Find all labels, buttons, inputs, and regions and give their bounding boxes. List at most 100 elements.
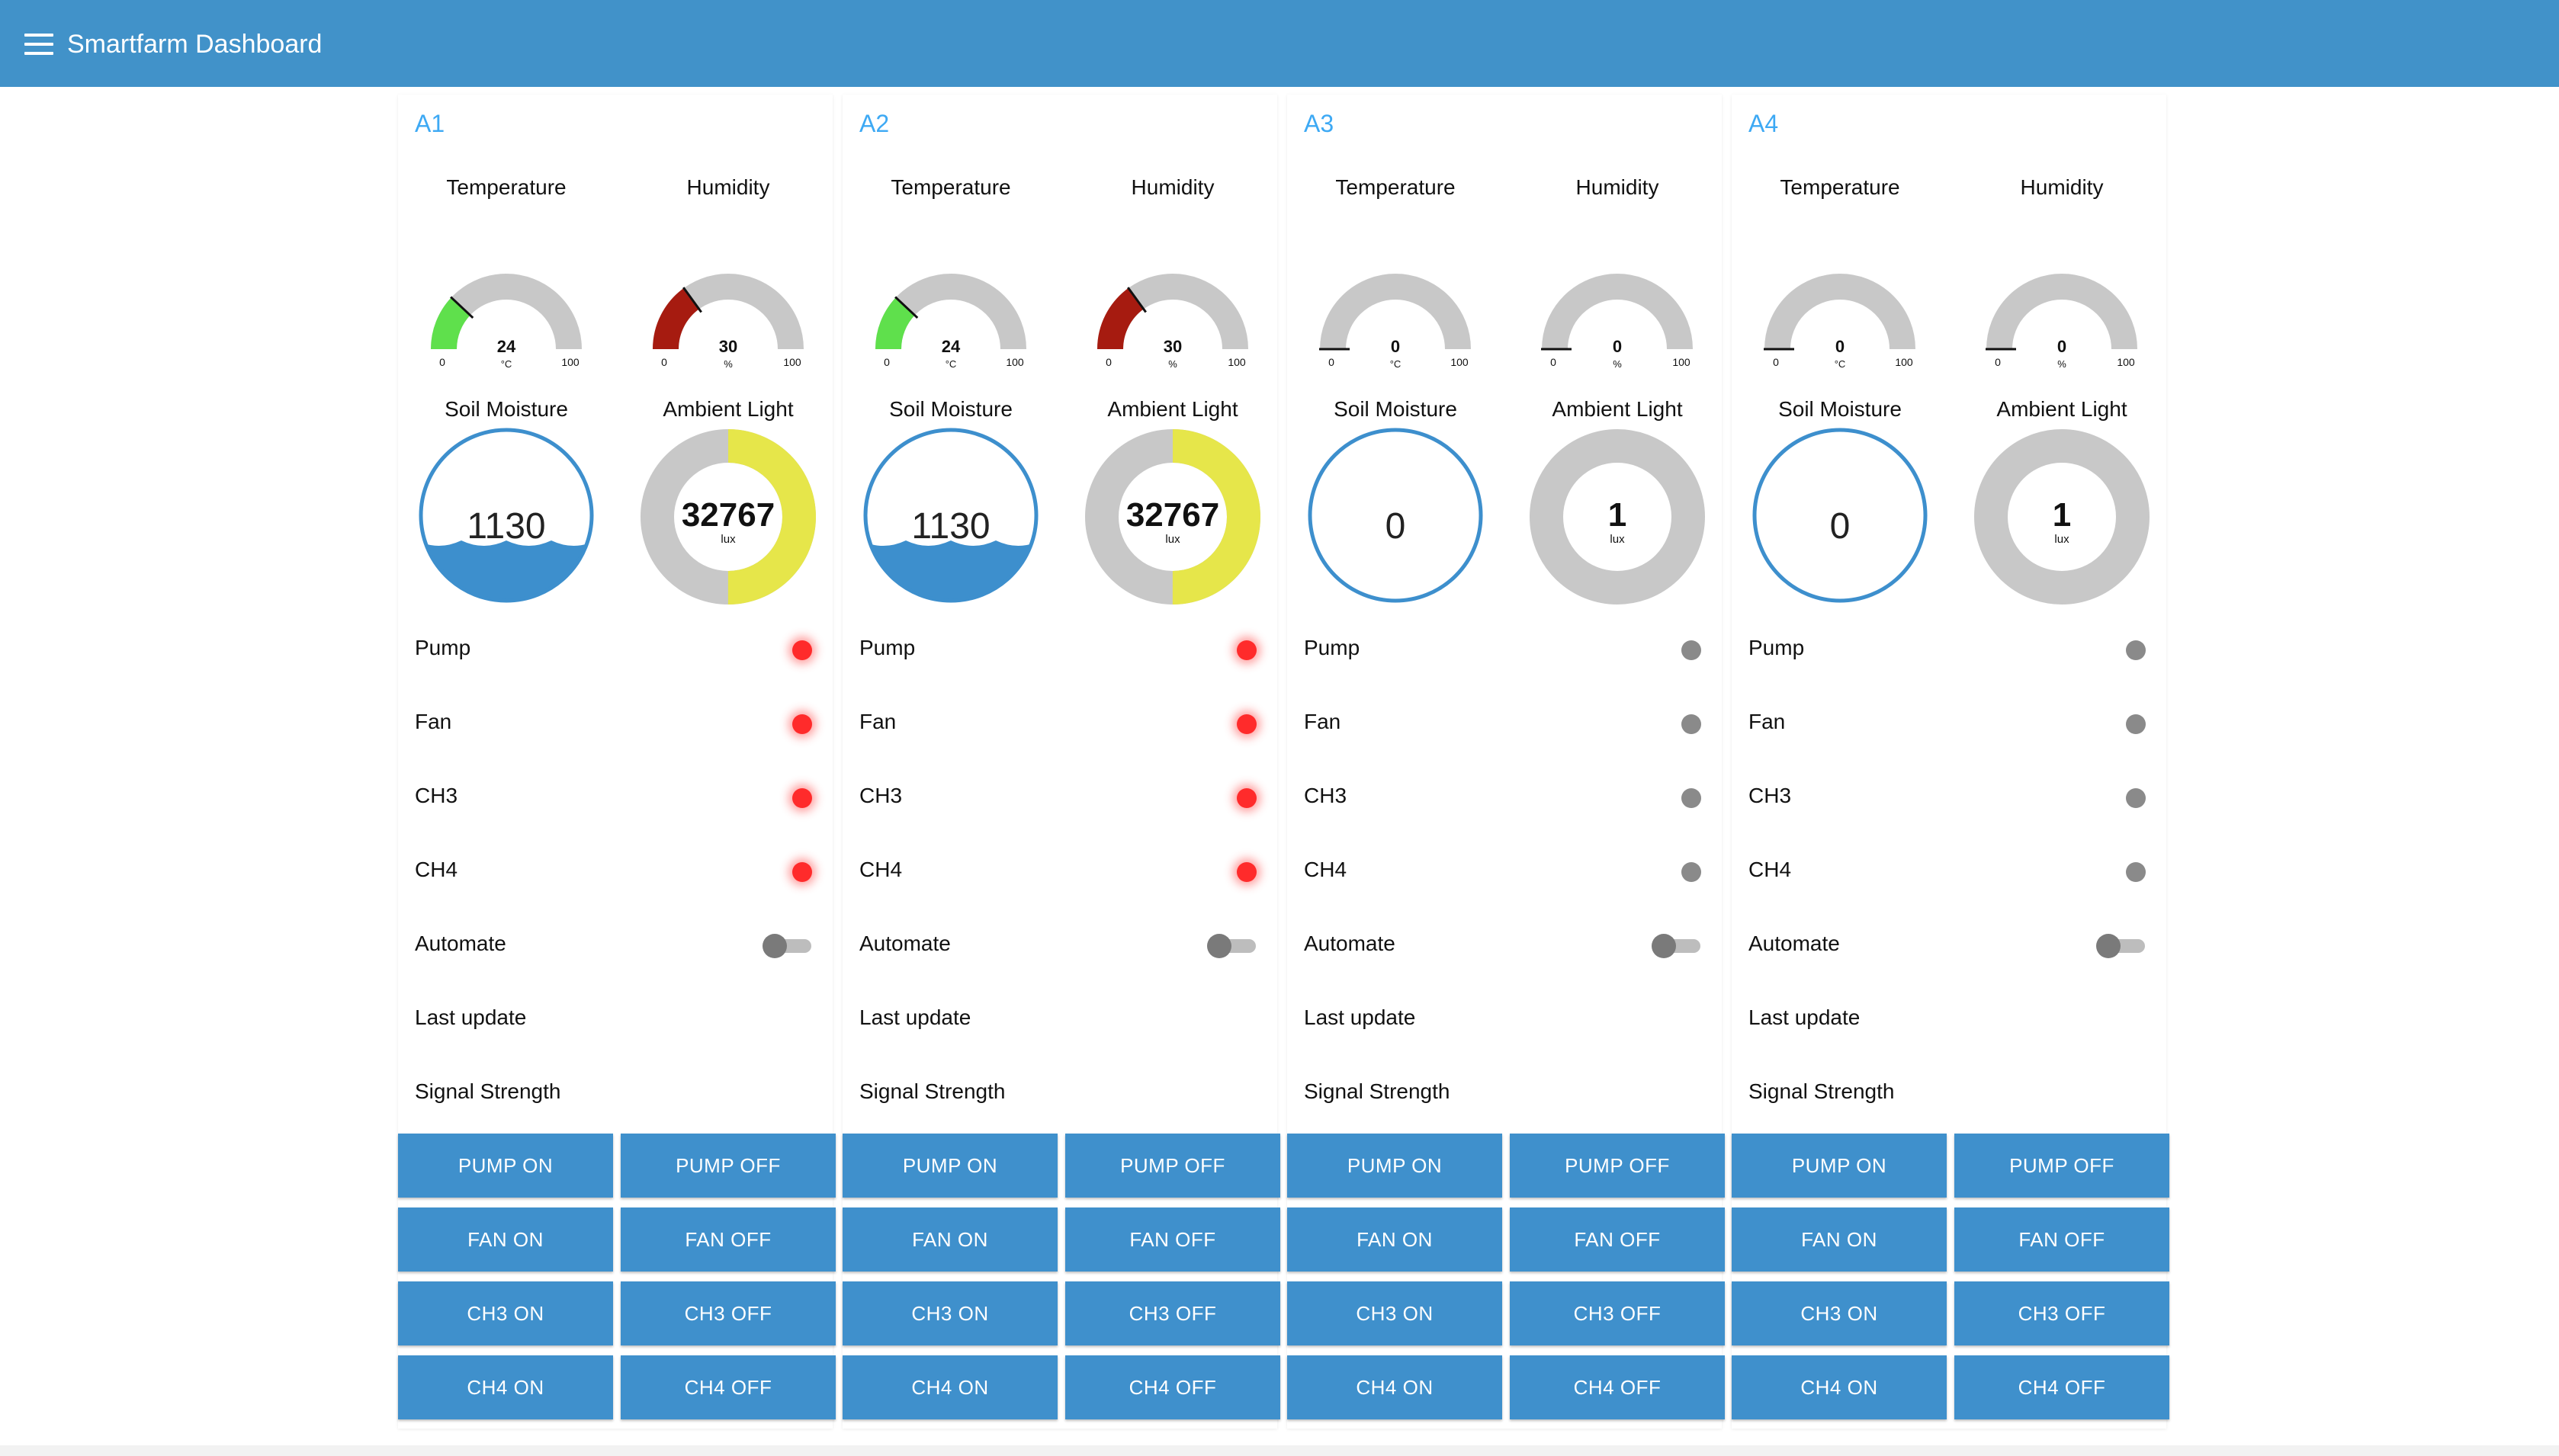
pump-on-button[interactable]: PUMP ON [398,1134,613,1198]
panel-a4: A4 Temperature Humidity 0 °C 0 100 0% 0 100 Soil M… [1732,95,2169,1429]
automate-toggle[interactable] [763,934,811,958]
ambient-light-unit: lux [2054,533,2069,546]
humidity-unit: % [1613,358,1622,370]
fan-on-button[interactable]: FAN ON [843,1207,1058,1272]
temperature-value: 24 [942,337,961,356]
ch3-on-button[interactable]: CH3 ON [1287,1281,1502,1345]
gauge-min-label: 0 [661,356,667,368]
pump-on-button[interactable]: PUMP ON [1732,1134,1947,1198]
ch4-on-button[interactable]: CH4 ON [1287,1355,1502,1419]
ch3-label: CH3 [1304,784,1347,807]
ch3-label: CH3 [415,784,458,807]
ch3-led [1237,788,1257,808]
ambient-light-value: 32767 [682,496,775,534]
ch3-off-button[interactable]: CH3 OFF [621,1281,836,1345]
temperature-gauge: 24 °C 0 100 [875,274,1026,370]
temperature-unit: °C [501,358,512,370]
humidity-value: 30 [719,337,737,356]
temperature-label: Temperature [891,175,1011,199]
humidity-gauge: 0% 0 100 [1986,274,2137,370]
gauge-min-label: 0 [884,356,890,368]
ambient-light-value: 32767 [1126,496,1219,534]
ch3-on-button[interactable]: CH3 ON [398,1281,613,1345]
toggle-knob [1652,934,1676,958]
gauge-min-label: 0 [1773,356,1779,368]
temperature-label: Temperature [446,175,567,199]
humidity-unit: % [1168,358,1177,370]
temperature-unit: °C [1835,358,1846,370]
temperature-gauge: 24 °C 0 100 [431,274,582,370]
ambient-light-value: 1 [2053,496,2071,534]
automate-label: Automate [1748,932,1840,955]
ch4-off-button[interactable]: CH4 OFF [1065,1355,1280,1419]
fan-off-button[interactable]: FAN OFF [1510,1207,1725,1272]
fan-on-button[interactable]: FAN ON [1732,1207,1947,1272]
ch4-off-button[interactable]: CH4 OFF [1510,1355,1725,1419]
ch3-off-button[interactable]: CH3 OFF [1065,1281,1280,1345]
ch3-on-button[interactable]: CH3 ON [843,1281,1058,1345]
fan-off-button[interactable]: FAN OFF [1065,1207,1280,1272]
gauge-fill [653,287,700,350]
ch4-on-button[interactable]: CH4 ON [398,1355,613,1419]
humidity-label: Humidity [686,175,770,199]
fan-off-button[interactable]: FAN OFF [1954,1207,2169,1272]
fan-label: Fan [1748,710,1786,733]
automate-toggle[interactable] [1207,934,1256,958]
signal-strength-label: Signal Strength [415,1079,561,1103]
temperature-value: 0 [1391,337,1400,356]
hamburger-menu-icon[interactable] [24,34,53,56]
gauge-max-label: 100 [783,356,801,368]
automate-label: Automate [415,932,506,955]
ch3-off-button[interactable]: CH3 OFF [1510,1281,1725,1345]
ch4-off-button[interactable]: CH4 OFF [621,1355,836,1419]
temperature-label: Temperature [1780,175,1900,199]
ch3-led [2126,788,2146,808]
gauge-max-label: 100 [1006,356,1024,368]
ch4-led [1237,862,1257,882]
gauge-min-label: 0 [1995,356,2001,368]
gauge-fill [1097,287,1145,350]
gauge-min-label: 0 [1106,356,1112,368]
panel-title: A4 [1748,110,1779,137]
pump-off-button[interactable]: PUMP OFF [1510,1134,1725,1198]
ambient-light-label: Ambient Light [663,397,794,421]
ch4-on-button[interactable]: CH4 ON [1732,1355,1947,1419]
humidity-value: 0 [2057,337,2066,356]
ambient-light-unit: lux [721,533,736,546]
automate-toggle[interactable] [1652,934,1700,958]
soil-moisture-gauge: 1130 [863,428,1039,603]
fan-on-button[interactable]: FAN ON [1287,1207,1502,1272]
gauge-fill [875,297,916,350]
soil-moisture-value: 1130 [911,506,990,547]
ch4-on-button[interactable]: CH4 ON [843,1355,1058,1419]
soil-moisture-value: 0 [1385,506,1406,547]
ambient-light-unit: lux [1165,533,1180,546]
pump-on-button[interactable]: PUMP ON [1287,1134,1502,1198]
fan-on-button[interactable]: FAN ON [398,1207,613,1272]
ch3-off-button[interactable]: CH3 OFF [1954,1281,2169,1345]
automate-toggle[interactable] [2096,934,2145,958]
pump-off-button[interactable]: PUMP OFF [1065,1134,1280,1198]
humidity-gauge: 30% 0 100 [653,274,804,370]
ch4-label: CH4 [415,858,458,881]
pump-led [2126,640,2146,660]
pump-off-button[interactable]: PUMP OFF [621,1134,836,1198]
toggle-knob [2096,934,2121,958]
ambient-light-unit: lux [1610,533,1625,546]
fan-label: Fan [859,710,897,733]
pump-off-button[interactable]: PUMP OFF [1954,1134,2169,1198]
pump-on-button[interactable]: PUMP ON [843,1134,1058,1198]
temperature-gauge: 0 °C 0 100 [1319,274,1471,370]
signal-strength-label: Signal Strength [859,1079,1006,1103]
humidity-label: Humidity [1131,175,1215,199]
soil-moisture-label: Soil Moisture [1778,397,1902,421]
ch3-on-button[interactable]: CH3 ON [1732,1281,1947,1345]
panel-title: A3 [1304,110,1334,137]
ambient-light-label: Ambient Light [1552,397,1683,421]
humidity-label: Humidity [1575,175,1659,199]
humidity-value: 30 [1164,337,1182,356]
gauge-max-label: 100 [1228,356,1246,368]
ch4-off-button[interactable]: CH4 OFF [1954,1355,2169,1419]
ch3-led [792,788,812,808]
fan-off-button[interactable]: FAN OFF [621,1207,836,1272]
